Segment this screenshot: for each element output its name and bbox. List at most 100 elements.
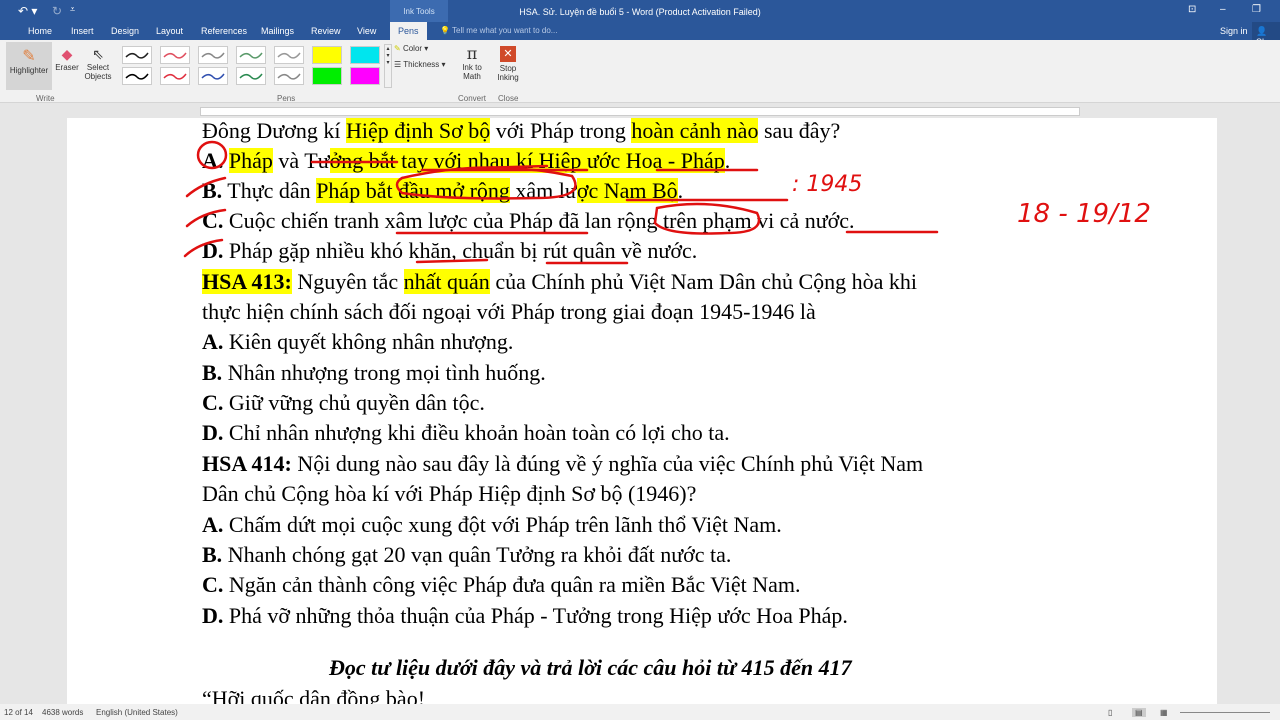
thickness-button[interactable]: ☰ Thickness ▾ (394, 60, 446, 69)
eraser-label: Eraser (55, 63, 79, 72)
stop-inking-button[interactable]: ✕ Stop Inking (494, 44, 522, 82)
word-count[interactable]: 4638 words (42, 708, 83, 717)
select-objects-button[interactable]: ⇖ Select Objects (82, 46, 114, 81)
document-line: A. Kiên quyết không nhân nhượng. (202, 329, 513, 355)
text-run: iệp ước Hoa - Pháp (554, 148, 725, 173)
pen-swatch[interactable] (236, 67, 266, 85)
read-mode-icon[interactable]: ▯ (1108, 708, 1112, 717)
text-run: HSA 413: (202, 269, 292, 294)
web-layout-icon[interactable]: ▦ (1160, 708, 1168, 717)
text-run: D. (202, 238, 224, 263)
ribbon: ✎ Highlighter ◆ Eraser ⇖ Select Objects … (0, 40, 1280, 103)
text-run: C. (202, 208, 224, 233)
status-bar: 12 of 14 4638 words English (United Stat… (0, 704, 1280, 720)
pen-swatch[interactable] (312, 46, 342, 64)
tab-view[interactable]: View (357, 26, 376, 36)
text-run: C. (202, 572, 224, 597)
horizontal-ruler[interactable] (0, 104, 1280, 118)
text-run: Đọc tư liệu dưới đây và trả lời các câu … (329, 655, 852, 680)
color-button[interactable]: ✎ Color ▾ (394, 44, 428, 53)
thickness-label: Thickness (403, 60, 440, 69)
text-run: Chỉ nhân nhượng khi điều khoản hoàn toàn… (223, 420, 730, 445)
text-run: nhất quán (403, 269, 490, 294)
document-line: D. Chỉ nhân nhượng khi điều khoản hoàn t… (202, 420, 730, 446)
document-line: “Hỡi quốc dân đồng bào! (202, 686, 425, 704)
text-run: B. (202, 360, 223, 385)
text-run: của Chính phủ Việt Nam Dân chủ Cộng hòa … (489, 269, 918, 294)
document-line: C. Cuộc chiến tranh xâm lược của Pháp đã… (202, 208, 855, 234)
pen-swatch[interactable] (122, 67, 152, 85)
pen-swatch[interactable] (350, 67, 380, 85)
sign-in-link[interactable]: Sign in (1220, 26, 1248, 36)
document-page[interactable]: Đông Dương kí Hiệp định Sơ bộ với Pháp t… (67, 118, 1217, 704)
tab-pens[interactable]: Pens (390, 22, 427, 40)
minimize-button[interactable]: – (1220, 4, 1226, 15)
gallery-scroll[interactable]: ▴ ▾ ▾ (384, 44, 392, 88)
text-run: với Pháp trong giai đoạn 1945-1946 là (476, 299, 816, 324)
restore-button[interactable]: ❐ (1252, 4, 1261, 15)
text-run: A. (202, 512, 224, 537)
document-line: C. Ngăn cản thành công việc Pháp đưa quâ… (202, 572, 801, 598)
document-line: Dân chủ Cộng hòa kí với Pháp Hiệp định S… (202, 481, 696, 507)
text-run: Ngăn cản thành công việc Pháp đưa quân r… (223, 572, 801, 597)
print-layout-icon[interactable]: ▤ (1132, 708, 1146, 717)
document-line: A. Chấm dứt mọi cuộc xung đột với Pháp t… (202, 512, 782, 538)
text-run: Pháp bắt đầu mở rộng (316, 178, 510, 203)
zoom-slider[interactable] (1180, 712, 1270, 713)
tell-me-search[interactable]: 💡 Tell me what you want to do... (440, 26, 557, 35)
text-run: B. (202, 542, 223, 567)
ink-tools-context-label: Ink Tools (390, 0, 448, 22)
text-run: Pháp (228, 148, 273, 173)
tab-references[interactable]: References (201, 26, 247, 36)
document-line: Đông Dương kí Hiệp định Sơ bộ với Pháp t… (202, 118, 840, 144)
pointer-icon: ⇖ (92, 46, 104, 62)
pen-swatch[interactable] (274, 67, 304, 85)
pen-swatch[interactable] (350, 46, 380, 64)
text-run: và Tư (272, 148, 330, 173)
eraser-button[interactable]: ◆ Eraser (54, 46, 80, 72)
pen-swatch[interactable] (236, 46, 266, 64)
document-line: C. Giữ vững chủ quyền dân tộc. (202, 390, 485, 416)
pen-swatch[interactable] (274, 46, 304, 64)
text-run: Cuộc chiến tranh xâm lược của Pháp đã la… (223, 208, 855, 233)
tab-home[interactable]: Home (28, 26, 52, 36)
document-title: HSA. Sử. Luyện đề buổi 5 - Word (Product… (519, 7, 761, 17)
text-run: D. (202, 420, 224, 445)
tab-design[interactable]: Design (111, 26, 139, 36)
title-bar: ↶ ▾ ↻ ⩡ HSA. Sử. Luyện đề buổi 5 - Word … (0, 0, 1280, 47)
text-run: A. (202, 148, 224, 173)
text-run: “Hỡi quốc dân đồng bào! (202, 686, 426, 704)
text-run: Pháp gặp nhiều khó khăn, chuẩn bị rút qu… (223, 238, 698, 263)
highlighter-button[interactable]: ✎ Highlighter (6, 42, 52, 90)
text-run: với Pháp trong (490, 118, 632, 143)
language[interactable]: English (United States) (96, 708, 178, 717)
pen-swatch[interactable] (160, 46, 190, 64)
text-run: ợc Nam Bộ (576, 178, 678, 203)
text-run: . (677, 178, 684, 203)
ink-note-1945: : 1945 (792, 172, 862, 197)
text-run: Nhanh chóng gạt 20 vạn quân Tưởng ra khỏ… (222, 542, 732, 567)
pen-swatch[interactable] (160, 67, 190, 85)
ink-to-math-button[interactable]: π Ink to Math (458, 44, 486, 81)
pi-icon: π (466, 44, 478, 63)
share-button[interactable]: 👤Sh (1252, 22, 1280, 47)
ink-to-math-label: Ink to Math (462, 63, 482, 81)
pen-swatch[interactable] (198, 67, 228, 85)
text-run: Phá vỡ những thỏa thuận của Pháp - Tưởng… (223, 603, 848, 628)
pen-swatch[interactable] (122, 46, 152, 64)
stop-inking-label: Stop Inking (497, 64, 519, 82)
document-line: HSA 413: Nguyên tắc nhất quán của Chính … (202, 269, 917, 295)
text-run: ởng bắt tay với nhau kí H (329, 148, 555, 173)
document-line: Đọc tư liệu dưới đây và trả lời các câu … (329, 655, 852, 681)
page-count[interactable]: 12 of 14 (4, 708, 33, 717)
tab-review[interactable]: Review (311, 26, 341, 36)
ribbon-display-options-icon[interactable]: ⊡ (1188, 4, 1196, 15)
tab-mailings[interactable]: Mailings (261, 26, 294, 36)
tab-insert[interactable]: Insert (71, 26, 94, 36)
pen-swatch[interactable] (312, 67, 342, 85)
pen-swatch[interactable] (198, 46, 228, 64)
text-run: hoàn cảnh nào (631, 118, 759, 143)
document-line: D. Phá vỡ những thỏa thuận của Pháp - Tư… (202, 603, 848, 629)
tab-layout[interactable]: Layout (156, 26, 183, 36)
highlighter-icon: ✎ (22, 48, 36, 65)
